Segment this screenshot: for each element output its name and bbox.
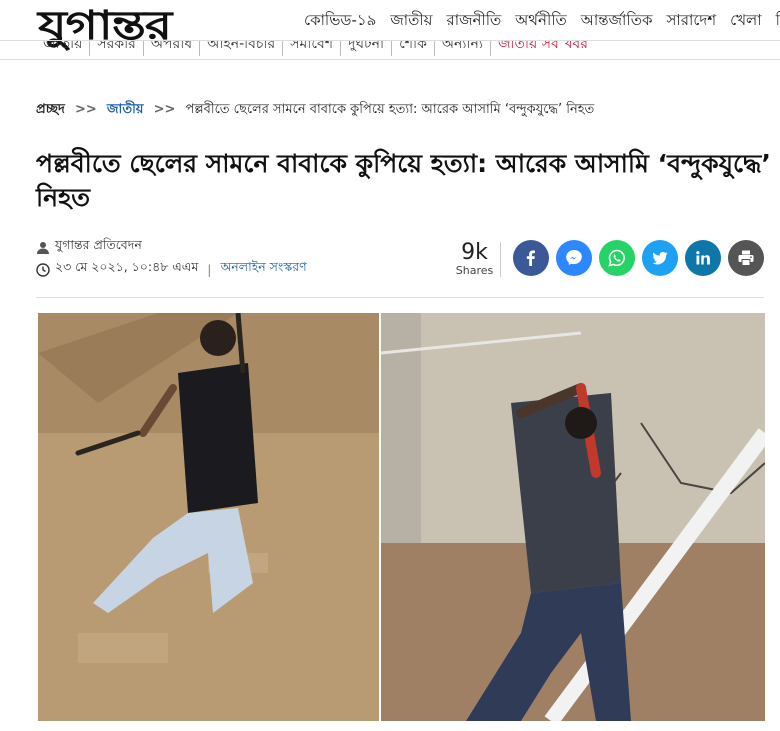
print-button[interactable] (728, 240, 764, 276)
whatsapp-share-button[interactable] (599, 240, 635, 276)
meta-separator: | (207, 261, 212, 277)
breadcrumb-home[interactable]: প্রচ্ছদ (36, 102, 65, 117)
nav-item-country[interactable]: সারাদেশ (666, 9, 716, 34)
nav-item-national[interactable]: জাতীয় (390, 9, 432, 34)
subnav-item-national[interactable]: জাতীয় (36, 41, 91, 56)
twitter-icon (652, 251, 668, 265)
clock-icon (36, 261, 50, 277)
article-edition[interactable]: অনলাইন সংস্করণ (220, 259, 306, 279)
nav-item-economy[interactable]: অর্থনীতি (515, 9, 567, 34)
meta-divider (36, 297, 764, 298)
nav-item-international[interactable]: আন্তর্জাতিক (581, 9, 653, 34)
share-count: 9k Shares (453, 242, 501, 277)
main-nav: কোভিড-১৯ জাতীয় রাজনীতি অর্থনীতি আন্তর্জ… (304, 9, 780, 34)
sub-nav: জাতীয় সরকার অপরাধ আইন-বিচার সমাবেশ দুর্… (0, 40, 780, 60)
breadcrumb-current: পল্লবীতে ছেলের সামনে বাবাকে কুপিয়ে হত্য… (185, 102, 595, 117)
nav-item-politics[interactable]: রাজনীতি (446, 9, 501, 34)
site-header: যুগান্তর কোভিড-১৯ জাতীয় রাজনীতি অর্থনীত… (0, 0, 780, 49)
article-datetime: ২৩ মে ২০২১, ১০:৪৮ এএম (55, 259, 199, 274)
facebook-share-button[interactable] (513, 240, 549, 276)
breadcrumb: প্রচ্ছদ >> জাতীয় >> পল্লবীতে ছেলের সামন… (36, 100, 594, 121)
subnav-item-crime[interactable]: অপরাধ (144, 41, 201, 56)
breadcrumb-separator: >> (153, 102, 176, 117)
nav-item-sports[interactable]: খেলা (730, 9, 761, 34)
subnav-item-others[interactable]: অন্যান্য (435, 41, 491, 56)
facebook-icon (526, 250, 535, 266)
subnav-item-accident[interactable]: দুর্ঘটনা (341, 41, 393, 56)
social-share-bar (513, 240, 764, 276)
article-headline: পল্লবীতে ছেলের সামনে বাবাকে কুপিয়ে হত্য… (36, 149, 771, 212)
subnav-item-all-national[interactable]: জাতীয় সব খবর (491, 41, 595, 56)
whatsapp-icon (608, 249, 625, 267)
article-photo-right (381, 313, 765, 721)
user-icon (36, 239, 50, 255)
nav-item-more[interactable]: বি (776, 9, 780, 34)
share-count-number: 9k (461, 240, 488, 265)
subnav-item-rally[interactable]: সমাবেশ (283, 41, 342, 56)
nav-item-covid[interactable]: কোভিড-১৯ (304, 9, 376, 34)
subnav-item-law[interactable]: আইন-বিচার (200, 41, 284, 56)
article-photo-left (38, 313, 379, 721)
linkedin-share-button[interactable] (685, 240, 721, 276)
subnav-item-government[interactable]: সরকার (90, 41, 144, 56)
twitter-share-button[interactable] (642, 240, 678, 276)
article-author: যুগান্তর প্রতিবেদন (55, 237, 142, 252)
messenger-share-button[interactable] (556, 240, 592, 276)
article-meta: যুগান্তর প্রতিবেদন ২৩ মে ২০২১, ১০:৪৮ এএম… (36, 236, 307, 280)
subnav-item-mourning[interactable]: শোক (392, 41, 435, 56)
messenger-icon (566, 250, 582, 265)
share-count-label: Shares (455, 264, 494, 277)
linkedin-icon (696, 251, 710, 265)
breadcrumb-category[interactable]: জাতীয় (107, 102, 144, 117)
print-icon (738, 250, 754, 266)
breadcrumb-separator: >> (74, 102, 97, 117)
